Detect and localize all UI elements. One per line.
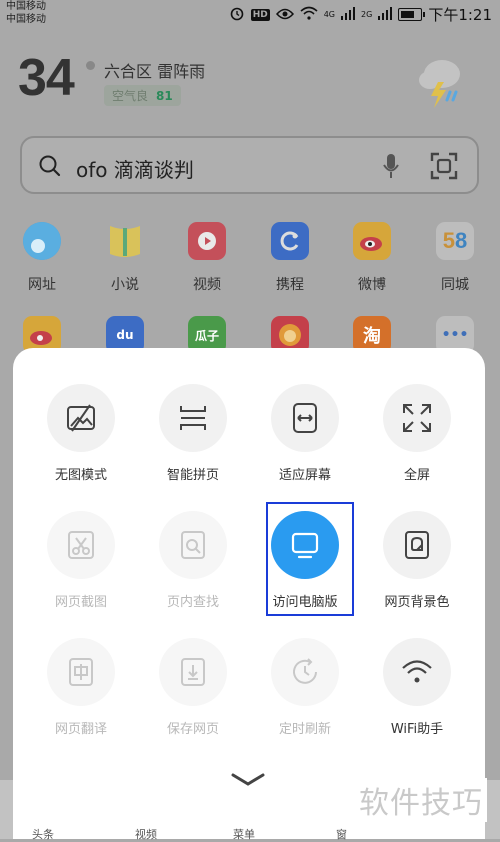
tool-label: 网页截图 [54,595,107,610]
app-label: 小说 [111,277,139,293]
bottom-nav-item[interactable]: 窗 [336,826,347,842]
scan-icon[interactable] [430,152,458,184]
tool-translate[interactable]: 网页翻译 [26,638,136,737]
timed-refresh-icon [271,638,339,706]
tool-label: WiFi助手 [390,722,444,737]
signal-icon [341,6,356,24]
tool-label: 网页翻译 [54,722,107,737]
screenshot-icon [47,511,115,579]
status-icons: HD 4G 2G 下午1:21 [229,4,492,25]
network-type-label: 4G [323,10,336,19]
air-quality-badge: 空气良 81 [104,85,181,106]
smart-page-icon [159,384,227,452]
thunderstorm-icon [416,54,466,110]
tool-label: 定时刷新 [278,722,331,737]
app-label: 携程 [276,277,304,293]
app-shortcut-xiecheng[interactable]: 携程 [260,222,320,294]
tool-label: 保存网页 [166,722,219,737]
ctrip-icon [271,222,309,260]
translate-icon [47,638,115,706]
58-icon: 58 [436,222,474,260]
app-shortcut-weibo[interactable]: 微博 [342,222,402,294]
air-quality-label: 空气良 [112,89,149,103]
background-color-icon [383,511,451,579]
tool-find-in-page[interactable]: 页内查找 [138,511,248,610]
tool-timed-refresh[interactable]: 定时刷新 [250,638,360,737]
network-type-label: 2G [361,10,373,19]
globe-icon [23,222,61,260]
tool-fullscreen[interactable]: 全屏 [362,384,472,483]
tool-no-image-mode[interactable]: 无图模式 [26,384,136,483]
app-label: 微博 [358,277,386,293]
fit-screen-icon [271,384,339,452]
bottom-nav-item[interactable]: 菜单 [233,826,255,842]
tool-smart-page[interactable]: 智能拼页 [138,384,248,483]
fullscreen-icon [383,384,451,452]
bottom-nav-item[interactable]: 头条 [32,826,54,842]
tool-save-page[interactable]: 保存网页 [138,638,248,737]
wifi-status-icon [300,6,318,24]
app-label: 视频 [193,277,221,293]
bottom-nav-item[interactable]: 视频 [135,826,157,842]
tool-label: 智能拼页 [166,468,219,483]
microphone-icon[interactable] [381,152,401,184]
tool-background-color[interactable]: 网页背景色 [362,511,472,610]
app-shortcut-xiaoshuo[interactable]: 小说 [95,222,155,294]
tool-label: 网页背景色 [384,595,450,610]
app-label: 同城 [441,277,469,293]
battery-icon [398,8,426,21]
tool-label: 无图模式 [54,468,107,483]
carrier-label: 中国移动 [6,14,46,25]
app-shortcut-wangzhi[interactable]: 网址 [12,222,72,294]
tool-screenshot[interactable]: 网页截图 [26,511,136,610]
clock: 下午1:21 [428,6,492,24]
weather-widget[interactable]: 34 六合区 雷阵雨 空气良 81 [0,30,500,130]
tool-label: 全屏 [403,468,430,483]
weather-location: 六合区 雷阵雨 [104,62,206,81]
wifi-icon [383,638,451,706]
alarm-icon [229,5,245,25]
app-label: 网址 [28,277,56,293]
weibo-icon [353,222,391,260]
video-icon [188,222,226,260]
selection-highlight [266,502,354,616]
tool-fit-screen[interactable]: 适应屏幕 [250,384,360,483]
hd-icon: HD [250,8,270,21]
book-icon [106,222,144,260]
bottom-nav: 头条 视频 菜单 窗 [0,826,500,842]
degree-icon [86,61,95,70]
no-image-icon [47,384,115,452]
signal-icon [378,6,393,24]
search-input[interactable]: ofo 滴滴谈判 [76,154,194,183]
app-shortcut-shipin[interactable]: 视频 [177,222,237,294]
save-page-icon [159,638,227,706]
air-quality-value: 81 [156,89,173,103]
tool-label: 页内查找 [166,595,219,610]
tool-label: 适应屏幕 [278,468,331,483]
temperature: 34 [18,49,75,107]
eye-icon [275,6,294,24]
tool-wifi-assistant[interactable]: WiFi助手 [362,638,472,737]
search-icon [38,154,62,182]
collapse-chevron-icon[interactable] [229,770,267,794]
app-shortcut-tongcheng[interactable]: 58 同城 [425,222,485,294]
search-bar[interactable]: ofo 滴滴谈判 [20,136,479,194]
find-in-page-icon [159,511,227,579]
status-bar: 中国移动 中国移动 HD 4G 2G 下午1:21 [0,0,500,30]
carrier-label: 中国移动 [6,1,46,12]
watermark: 软件技巧 [355,778,487,822]
